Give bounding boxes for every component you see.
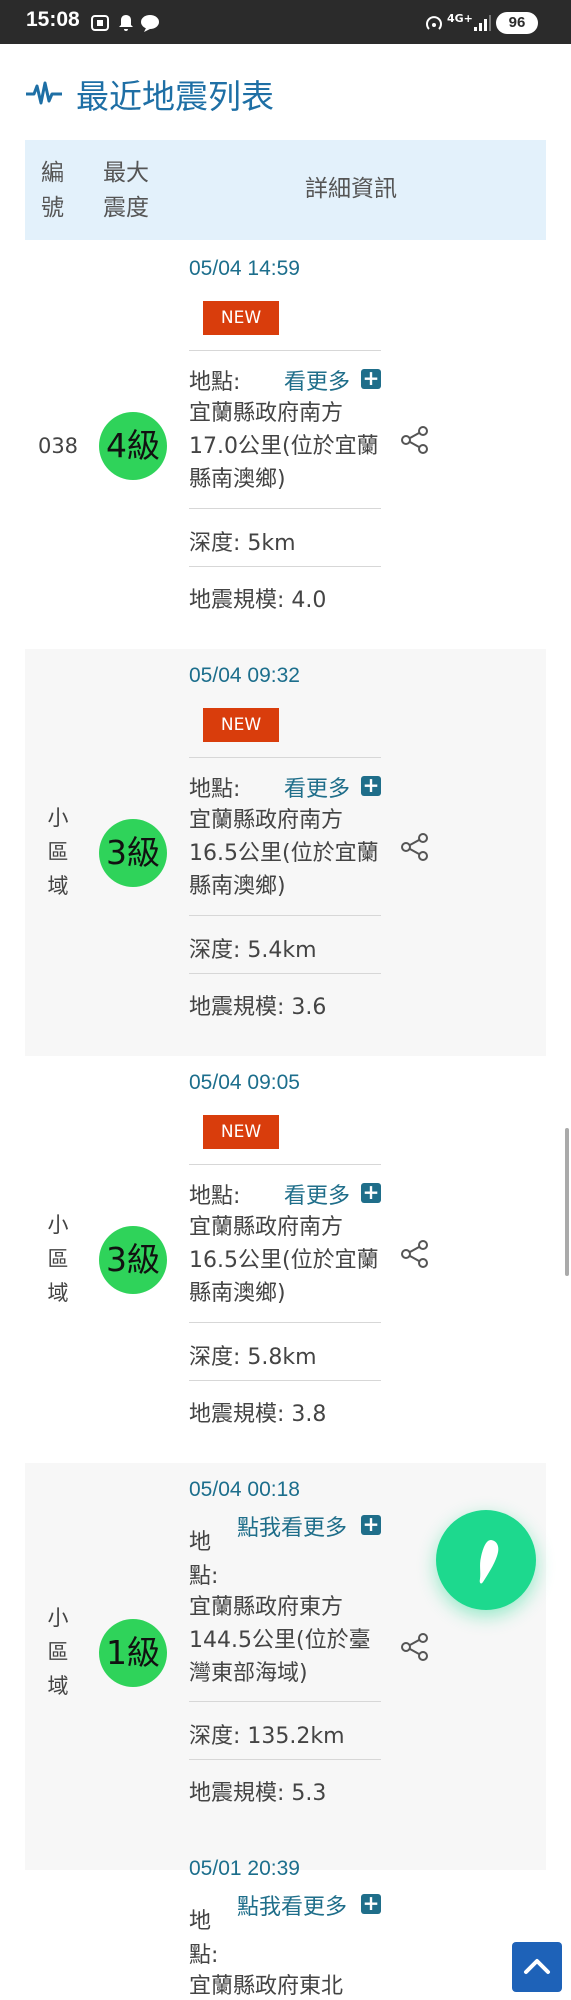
intensity-badge: 4級 [99, 412, 167, 480]
quake-datetime: 05/01 20:39 [189, 1857, 300, 1880]
quake-depth: 深度: 5km [189, 531, 296, 556]
status-time: 15:08 [26, 8, 80, 31]
quake-row[interactable]: 038 4級 05/04 14:59 NEW 地點: 看更多 + 宜蘭縣政府南方… [25, 242, 546, 649]
quake-datetime: 05/04 00:18 [189, 1478, 300, 1501]
plus-square-icon[interactable]: + [361, 368, 381, 389]
header-number: 編號 [41, 160, 64, 221]
scrollbar[interactable] [565, 1128, 569, 1276]
screenshot-icon [91, 15, 109, 31]
divider [189, 508, 381, 509]
header-max-intensity: 最大震度 [103, 160, 149, 221]
intensity-badge: 3級 [99, 1226, 167, 1294]
plus-square-icon[interactable]: + [361, 1514, 381, 1535]
divider [189, 915, 381, 916]
quake-location: 宜蘭縣政府南方17.0公里(位於宜蘭縣南澳鄉) [189, 401, 379, 492]
quake-number: 小區域 [47, 1213, 69, 1305]
taiwan-map-icon [479, 1540, 499, 1584]
network-type: 4G+ [447, 12, 473, 25]
location-label: 地點: [189, 777, 241, 802]
line-app-icon [141, 15, 159, 32]
divider [189, 1380, 381, 1381]
quake-datetime: 05/04 09:32 [189, 664, 300, 687]
seismograph-wave-icon [26, 81, 62, 105]
quake-datetime: 05/04 14:59 [189, 257, 300, 280]
new-badge: NEW [203, 708, 279, 742]
new-badge: NEW [203, 301, 279, 335]
quake-location: 宜蘭縣政府東北 [189, 1974, 344, 1999]
share-icon[interactable] [399, 1631, 431, 1663]
new-badge: NEW [203, 1115, 279, 1149]
divider [189, 1322, 381, 1323]
quake-location: 宜蘭縣政府東方144.5公里(位於臺灣東部海域) [189, 1595, 371, 1686]
divider [189, 973, 381, 974]
status-bar: 15:08 4G+ 96 [0, 0, 571, 44]
quake-number: 038 [37, 434, 79, 458]
more-link[interactable]: 點我看更多 [237, 1510, 347, 1542]
quake-magnitude: 地震規模: 3.8 [189, 1402, 327, 1427]
taiwan-map-button[interactable] [436, 1510, 536, 1610]
divider [189, 1759, 381, 1760]
more-link[interactable]: 看更多 [284, 1178, 350, 1210]
more-link[interactable]: 點我看更多 [237, 1889, 347, 1921]
back-to-top-button[interactable] [512, 1942, 562, 1992]
table-header: 編號 最大震度 詳細資訊 [25, 140, 546, 240]
hotspot-icon [426, 16, 442, 30]
quake-location: 宜蘭縣政府南方16.5公里(位於宜蘭縣南澳鄉) [189, 808, 379, 899]
quake-row[interactable]: 小區域 3級 05/04 09:05 NEW 地點: 看更多 + 宜蘭縣政府南方… [25, 1056, 546, 1463]
notification-bell-icon [119, 15, 133, 31]
page-title: 最近地震列表 [76, 77, 274, 116]
share-icon[interactable] [399, 831, 431, 863]
divider [189, 1701, 381, 1702]
intensity-badge: 1級 [99, 1619, 167, 1687]
chevron-up-icon [524, 1959, 550, 1974]
quake-row[interactable]: 05/01 20:39 地點: 點我看更多 + 宜蘭縣政府東北 [25, 1842, 546, 2000]
signal-icon [474, 15, 491, 31]
divider [189, 757, 381, 758]
page-header: 最近地震列表 [26, 70, 274, 118]
quake-magnitude: 地震規模: 5.3 [189, 1781, 327, 1806]
divider [189, 350, 381, 351]
plus-square-icon[interactable]: + [361, 775, 381, 796]
quake-number: 小區域 [47, 806, 69, 898]
intensity-badge: 3級 [99, 819, 167, 887]
location-label: 地點: [189, 370, 241, 395]
quake-datetime: 05/04 09:05 [189, 1071, 300, 1094]
plus-square-icon[interactable]: + [361, 1182, 381, 1203]
quake-magnitude: 地震規模: 4.0 [189, 588, 327, 613]
divider [189, 566, 381, 567]
location-label: 地點: [189, 1530, 219, 1589]
share-icon[interactable] [399, 1238, 431, 1270]
quake-magnitude: 地震規模: 3.6 [189, 995, 327, 1020]
quake-depth: 深度: 5.8km [189, 1345, 317, 1370]
quake-location: 宜蘭縣政府南方16.5公里(位於宜蘭縣南澳鄉) [189, 1215, 379, 1306]
more-link[interactable]: 看更多 [284, 364, 350, 396]
battery-indicator: 96 [496, 12, 538, 34]
plus-square-icon[interactable]: + [361, 1893, 381, 1914]
quake-number: 小區域 [47, 1606, 69, 1698]
location-label: 地點: [189, 1909, 219, 1968]
divider [189, 1164, 381, 1165]
more-link[interactable]: 看更多 [284, 771, 350, 803]
share-icon[interactable] [399, 424, 431, 456]
quake-row[interactable]: 小區域 3級 05/04 09:32 NEW 地點: 看更多 + 宜蘭縣政府南方… [25, 649, 546, 1056]
location-label: 地點: [189, 1184, 241, 1209]
quake-depth: 深度: 135.2km [189, 1724, 345, 1749]
header-details: 詳細資訊 [305, 176, 397, 202]
quake-depth: 深度: 5.4km [189, 938, 317, 963]
